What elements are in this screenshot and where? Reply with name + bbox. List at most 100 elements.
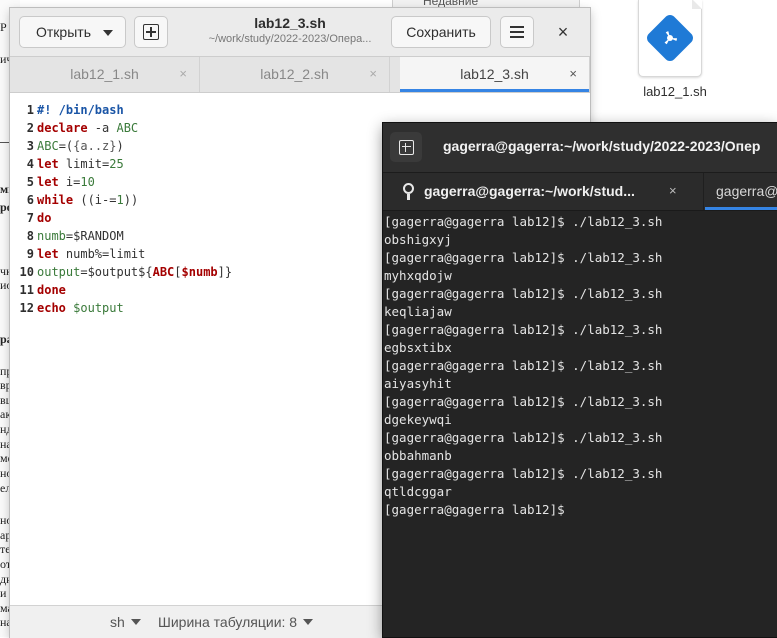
- terminal-tab-2[interactable]: gagerra@: [705, 173, 777, 210]
- code-text: let limit=25: [37, 157, 124, 171]
- terminal-title: gagerra@gagerra:~/work/study/2022-2023/О…: [443, 138, 761, 154]
- terminal-header-bar: gagerra@gagerra:~/work/study/2022-2023/О…: [383, 123, 777, 173]
- background-text-fragment: и: [0, 586, 7, 600]
- terminal-output[interactable]: [gagerra@gagerra lab12]$ ./lab12_3.shobs…: [383, 213, 777, 633]
- terminal-prompt-line: [gagerra@gagerra lab12]$ ./lab12_3.sh: [384, 214, 663, 229]
- terminal-output-line: egbsxtibx: [384, 340, 452, 355]
- terminal-tab-1[interactable]: gagerra@gagerra:~/work/stud... ×: [383, 173, 704, 210]
- line-number: 10: [19, 265, 34, 279]
- editor-header-bar: Открыть lab12_3.sh ~/work/study/2022-202…: [10, 8, 590, 57]
- code-line: 7 do: [10, 209, 52, 227]
- terminal-output-line: obshigxyj: [384, 232, 452, 247]
- line-number: 6: [26, 193, 34, 207]
- terminal-window: gagerra@gagerra:~/work/study/2022-2023/О…: [383, 123, 777, 637]
- tab-lab12-1[interactable]: lab12_1.sh ×: [10, 57, 200, 92]
- new-terminal-tab-button[interactable]: [390, 132, 422, 162]
- terminal-prompt-line: [gagerra@gagerra lab12]$: [384, 502, 565, 517]
- line-number: 2: [26, 121, 34, 135]
- terminal-output-line: keqliajaw: [384, 304, 452, 319]
- tab-lab12-2[interactable]: lab12_2.sh ×: [200, 57, 390, 92]
- terminal-output-line: qtldcggar: [384, 484, 452, 499]
- hamburger-icon: [510, 26, 524, 28]
- code-text: ABC=({a..z}): [37, 139, 124, 153]
- code-line: 11 done: [10, 281, 66, 299]
- tab-lab12-3[interactable]: lab12_3.sh ×: [400, 57, 590, 92]
- tab-label: lab12_1.sh: [70, 66, 139, 82]
- language-selector[interactable]: sh: [110, 614, 141, 630]
- hamburger-menu-button[interactable]: [500, 16, 534, 48]
- code-line: 9 let numb%=limit: [10, 245, 146, 263]
- editor-title-block: lab12_3.sh ~/work/study/2022-2023/Опера.…: [180, 15, 400, 45]
- desktop-file-lab12-1[interactable]: lab12_1.sh: [630, 0, 720, 110]
- new-document-icon: [143, 24, 159, 40]
- code-text: echo $output: [37, 301, 124, 315]
- terminal-tab-bar: gagerra@gagerra:~/work/stud... × gagerra…: [383, 173, 777, 211]
- line-number: 5: [26, 175, 34, 189]
- close-tab-icon[interactable]: ×: [669, 183, 677, 198]
- shell-script-file-icon: [638, 0, 702, 77]
- line-number: 3: [26, 139, 34, 153]
- code-line: 10 output=$output${ABC[$numb]}: [10, 263, 233, 281]
- background-text-fragment: Р: [0, 20, 7, 34]
- code-line: 8 numb=$RANDOM: [10, 227, 124, 245]
- code-text: done: [37, 283, 66, 297]
- new-tab-icon: [398, 139, 414, 155]
- code-text: declare -a ABC: [37, 121, 139, 135]
- terminal-prompt-line: [gagerra@gagerra lab12]$ ./lab12_3.sh: [384, 322, 663, 337]
- code-text: let i=10: [37, 175, 95, 189]
- terminal-output-line: obbahmanb: [384, 448, 452, 463]
- chevron-down-icon: [303, 619, 314, 625]
- close-tab-icon[interactable]: ×: [369, 57, 377, 91]
- chevron-down-icon: [103, 30, 113, 36]
- code-line: 3 ABC=({a..z}): [10, 137, 124, 155]
- code-line: 12 echo $output: [10, 299, 124, 317]
- editor-tab-bar: lab12_1.sh × lab12_2.sh × lab12_3.sh ×: [10, 57, 590, 93]
- code-line: 5 let i=10: [10, 173, 95, 191]
- terminal-output-line: dgekeywqi: [384, 412, 452, 427]
- code-text: let numb%=limit: [37, 247, 146, 261]
- terminal-prompt-line: [gagerra@gagerra lab12]$ ./lab12_3.sh: [384, 358, 663, 373]
- code-text: while ((i-=1)): [37, 193, 139, 207]
- line-number: 1: [26, 103, 34, 117]
- terminal-tab-label: gagerra@gagerra:~/work/stud...: [424, 183, 635, 199]
- line-number: 12: [19, 301, 34, 315]
- document-path: ~/work/study/2022-2023/Опера...: [208, 33, 372, 45]
- new-tab-button[interactable]: [134, 16, 168, 48]
- terminal-tab-label: gagerra@: [716, 183, 777, 199]
- code-text: output=$output${ABC[$numb]}: [37, 265, 233, 279]
- terminal-prompt-line: [gagerra@gagerra lab12]$ ./lab12_3.sh: [384, 466, 663, 481]
- chevron-down-icon: [130, 619, 141, 625]
- code-text: #! /bin/bash: [37, 103, 124, 117]
- terminal-output-line: myhxqdojw: [384, 268, 452, 283]
- save-button-label: Сохранить: [406, 24, 476, 40]
- line-number: 7: [26, 211, 34, 225]
- terminal-prompt-line: [gagerra@gagerra lab12]$ ./lab12_3.sh: [384, 430, 663, 445]
- line-number: 11: [19, 283, 34, 297]
- terminal-prompt-line: [gagerra@gagerra lab12]$ ./lab12_3.sh: [384, 250, 663, 265]
- tab-width-selector[interactable]: Ширина табуляции: 8: [158, 614, 314, 630]
- open-button-label: Открыть: [36, 24, 91, 40]
- code-line: 1 #! /bin/bash: [10, 101, 124, 119]
- open-button[interactable]: Открыть: [19, 16, 126, 48]
- tab-label: lab12_3.sh: [460, 66, 529, 82]
- code-text: numb=$RANDOM: [37, 229, 124, 243]
- line-number: 8: [26, 229, 34, 243]
- code-line: 2 declare -a ABC: [10, 119, 138, 137]
- terminal-prompt-line: [gagerra@gagerra lab12]$ ./lab12_3.sh: [384, 286, 663, 301]
- close-tab-icon[interactable]: ×: [179, 57, 187, 91]
- code-text: do: [37, 211, 52, 225]
- close-window-button[interactable]: ×: [553, 22, 573, 42]
- background-window-label: Недавние: [423, 0, 479, 8]
- terminal-output-line: aiyasyhit: [384, 376, 452, 391]
- line-number: 9: [26, 247, 34, 261]
- desktop-file-label: lab12_1.sh: [643, 84, 707, 99]
- close-tab-icon[interactable]: ×: [569, 57, 577, 91]
- tab-label: lab12_2.sh: [260, 66, 329, 82]
- save-button[interactable]: Сохранить: [391, 16, 491, 48]
- document-title: lab12_3.sh: [254, 15, 326, 31]
- line-number: 4: [26, 157, 34, 171]
- code-line: 6 while ((i-=1)): [10, 191, 138, 209]
- terminal-prompt-line: [gagerra@gagerra lab12]$ ./lab12_3.sh: [384, 394, 663, 409]
- bell-icon: [403, 183, 414, 200]
- code-line: 4 let limit=25: [10, 155, 124, 173]
